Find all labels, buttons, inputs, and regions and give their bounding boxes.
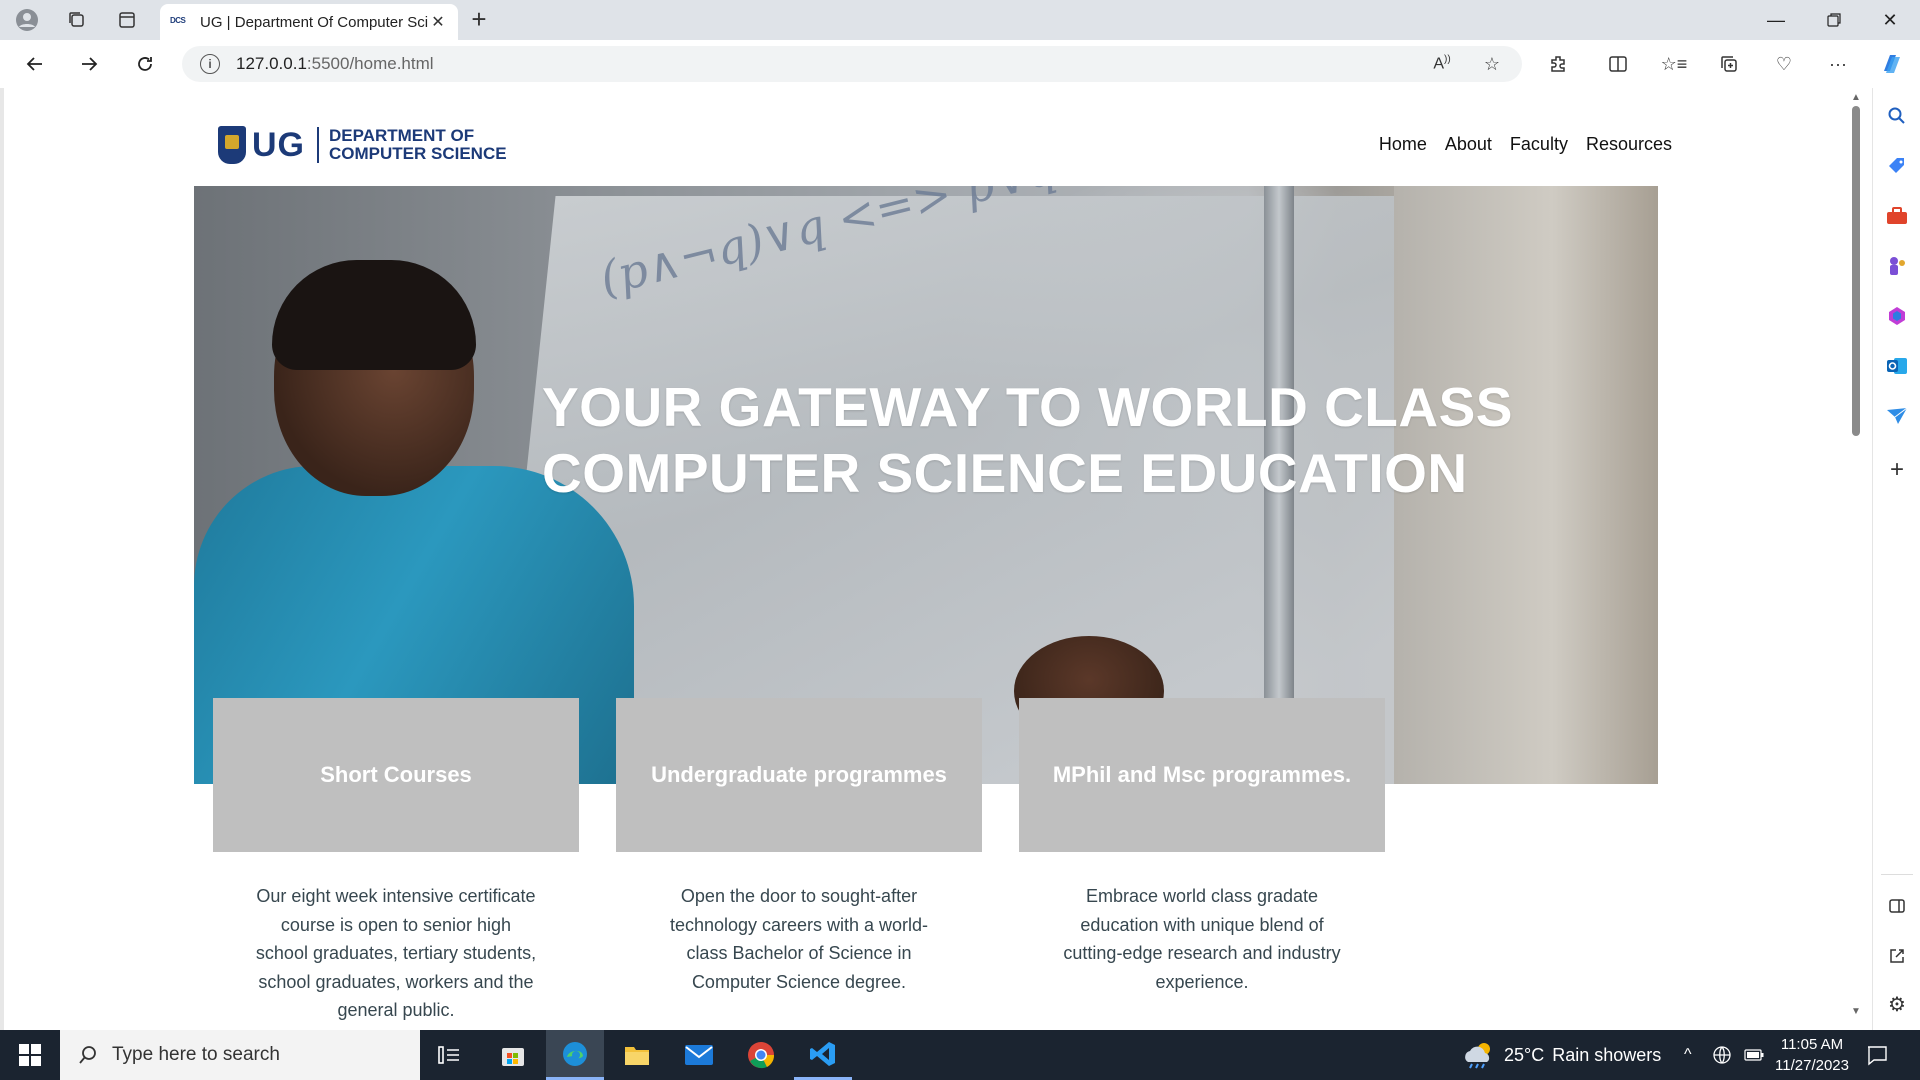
sidebar-games-icon[interactable] bbox=[1885, 254, 1909, 278]
sidebar-outlook-icon[interactable] bbox=[1885, 354, 1909, 378]
vscode-icon[interactable] bbox=[794, 1030, 852, 1080]
weather-temp: 25°C bbox=[1504, 1044, 1545, 1065]
file-explorer-icon[interactable] bbox=[608, 1030, 666, 1080]
vertical-tabs-icon[interactable] bbox=[112, 6, 142, 34]
ug-crest-icon bbox=[218, 126, 246, 164]
sidebar-tools-icon[interactable] bbox=[1885, 204, 1909, 228]
collections-icon[interactable] bbox=[1713, 49, 1745, 79]
copilot-icon[interactable] bbox=[1876, 49, 1908, 79]
nav-home[interactable]: Home bbox=[1379, 134, 1427, 155]
tab-title: UG | Department Of Computer Science bbox=[200, 13, 428, 31]
card-postgraduate[interactable]: MPhil and Msc programmes. bbox=[1019, 698, 1385, 852]
browser-toolbar: i 127.0.0.1:5500/home.html A)) ☆ ☆≡ ♡ ··… bbox=[0, 40, 1920, 88]
scroll-thumb[interactable] bbox=[1852, 106, 1860, 436]
browser-tab-bar: DCS UG | Department Of Computer Science … bbox=[0, 0, 1920, 40]
scroll-down-icon[interactable]: ▼ bbox=[1851, 1006, 1861, 1017]
chrome-icon[interactable] bbox=[732, 1030, 790, 1080]
logo-ug-text: UG bbox=[252, 127, 319, 163]
sidebar-microsoft365-icon[interactable] bbox=[1885, 304, 1909, 328]
new-tab-button[interactable]: + bbox=[464, 5, 494, 35]
card-description: Our eight week intensive certificate cou… bbox=[255, 886, 537, 1020]
notifications-icon[interactable] bbox=[1866, 1030, 1888, 1080]
forward-icon[interactable] bbox=[72, 49, 106, 79]
page-scrollbar[interactable]: ▲ ▼ bbox=[1848, 92, 1868, 1022]
battery-icon[interactable] bbox=[1744, 1030, 1764, 1080]
workspaces-icon[interactable] bbox=[62, 6, 92, 34]
refresh-icon[interactable] bbox=[128, 49, 162, 79]
nav-faculty[interactable]: Faculty bbox=[1510, 134, 1568, 155]
profile-icon[interactable] bbox=[12, 6, 42, 34]
read-aloud-icon[interactable]: A)) bbox=[1426, 49, 1458, 79]
sidebar-settings-icon[interactable]: ⚙ bbox=[1885, 992, 1909, 1016]
weather-widget[interactable]: 25°C Rain showers bbox=[1462, 1030, 1661, 1080]
sidebar-shopping-icon[interactable] bbox=[1885, 154, 1909, 178]
taskbar-search[interactable]: Type here to search bbox=[60, 1030, 420, 1080]
card-title: Undergraduate programmes bbox=[651, 762, 947, 787]
card-title: MPhil and Msc programmes. bbox=[1052, 762, 1352, 787]
sidebar-hide-icon[interactable] bbox=[1885, 894, 1909, 918]
back-icon[interactable] bbox=[18, 49, 52, 79]
tab-favicon-icon: DCS bbox=[170, 16, 186, 25]
microsoft-store-icon[interactable] bbox=[484, 1030, 542, 1080]
extensions-icon[interactable] bbox=[1542, 49, 1574, 79]
sidebar-drop-icon[interactable] bbox=[1885, 404, 1909, 428]
taskbar-search-placeholder: Type here to search bbox=[112, 1044, 280, 1065]
sidebar-search-icon[interactable] bbox=[1885, 104, 1909, 128]
nav-about[interactable]: About bbox=[1445, 134, 1492, 155]
address-bar[interactable]: i 127.0.0.1:5500/home.html bbox=[182, 46, 1522, 82]
hero-banner: (p∧¬q)∨q <=> p∨q YOUR GATEWAY TO WORLD C… bbox=[194, 186, 1658, 784]
page-viewport: UG DEPARTMENT OF COMPUTER SCIENCE Home A… bbox=[0, 88, 1872, 1030]
weather-desc: Rain showers bbox=[1552, 1044, 1662, 1065]
clock-time: 11:05 AM bbox=[1780, 1036, 1844, 1053]
restore-icon[interactable] bbox=[1806, 0, 1862, 40]
card-undergraduate[interactable]: Undergraduate programmes bbox=[616, 698, 982, 852]
card-description: Open the door to sought-after technology… bbox=[669, 886, 929, 992]
taskbar-search-icon bbox=[79, 1046, 96, 1064]
minimize-icon[interactable]: — bbox=[1748, 0, 1804, 40]
browser-essentials-icon[interactable]: ♡ bbox=[1768, 49, 1800, 79]
tray-chevron-icon[interactable]: ^ bbox=[1684, 1030, 1692, 1080]
logo-department-text: DEPARTMENT OF COMPUTER SCIENCE bbox=[329, 126, 507, 163]
card-description: Embrace world class gradate education wi… bbox=[1063, 886, 1341, 992]
rain-cloud-icon bbox=[1465, 1043, 1490, 1069]
sidebar-external-link-icon[interactable] bbox=[1885, 944, 1909, 968]
nav-resources[interactable]: Resources bbox=[1586, 134, 1672, 155]
edge-sidebar: + ⚙ bbox=[1872, 88, 1920, 1030]
edge-taskbar-icon[interactable] bbox=[546, 1030, 604, 1080]
taskbar-clock[interactable]: 11:05 AM 11/27/2023 bbox=[1770, 1034, 1854, 1076]
favorites-icon[interactable]: ☆≡ bbox=[1658, 49, 1690, 79]
main-nav: Home About Faculty Resources bbox=[1379, 134, 1672, 155]
mail-icon[interactable] bbox=[670, 1030, 728, 1080]
favorite-star-icon[interactable]: ☆ bbox=[1476, 49, 1508, 79]
hero-heading: YOUR GATEWAY TO WORLD CLASS COMPUTER SCI… bbox=[542, 376, 1513, 504]
sidebar-add-icon[interactable]: + bbox=[1885, 456, 1909, 483]
card-title: Short Courses bbox=[320, 762, 472, 787]
windows-start-icon[interactable] bbox=[0, 1030, 60, 1080]
windows-taskbar: Type here to search 25°C Rain showers ^ … bbox=[0, 1030, 1920, 1080]
card-short-courses[interactable]: Short Courses bbox=[213, 698, 579, 852]
network-globe-icon[interactable] bbox=[1712, 1030, 1732, 1080]
scroll-up-icon[interactable]: ▲ bbox=[1851, 92, 1861, 103]
clock-date: 11/27/2023 bbox=[1775, 1057, 1849, 1074]
split-screen-icon[interactable] bbox=[1602, 49, 1634, 79]
site-info-icon[interactable]: i bbox=[200, 54, 220, 74]
active-tab[interactable]: DCS UG | Department Of Computer Science … bbox=[160, 4, 458, 40]
site-logo[interactable]: UG DEPARTMENT OF COMPUTER SCIENCE bbox=[218, 126, 507, 164]
url-text[interactable]: 127.0.0.1:5500/home.html bbox=[236, 54, 434, 74]
tab-close-icon[interactable]: ✕ bbox=[428, 12, 448, 32]
close-window-icon[interactable]: ✕ bbox=[1862, 0, 1918, 40]
task-view-icon[interactable] bbox=[420, 1030, 478, 1080]
more-options-icon[interactable]: ··· bbox=[1822, 49, 1854, 79]
